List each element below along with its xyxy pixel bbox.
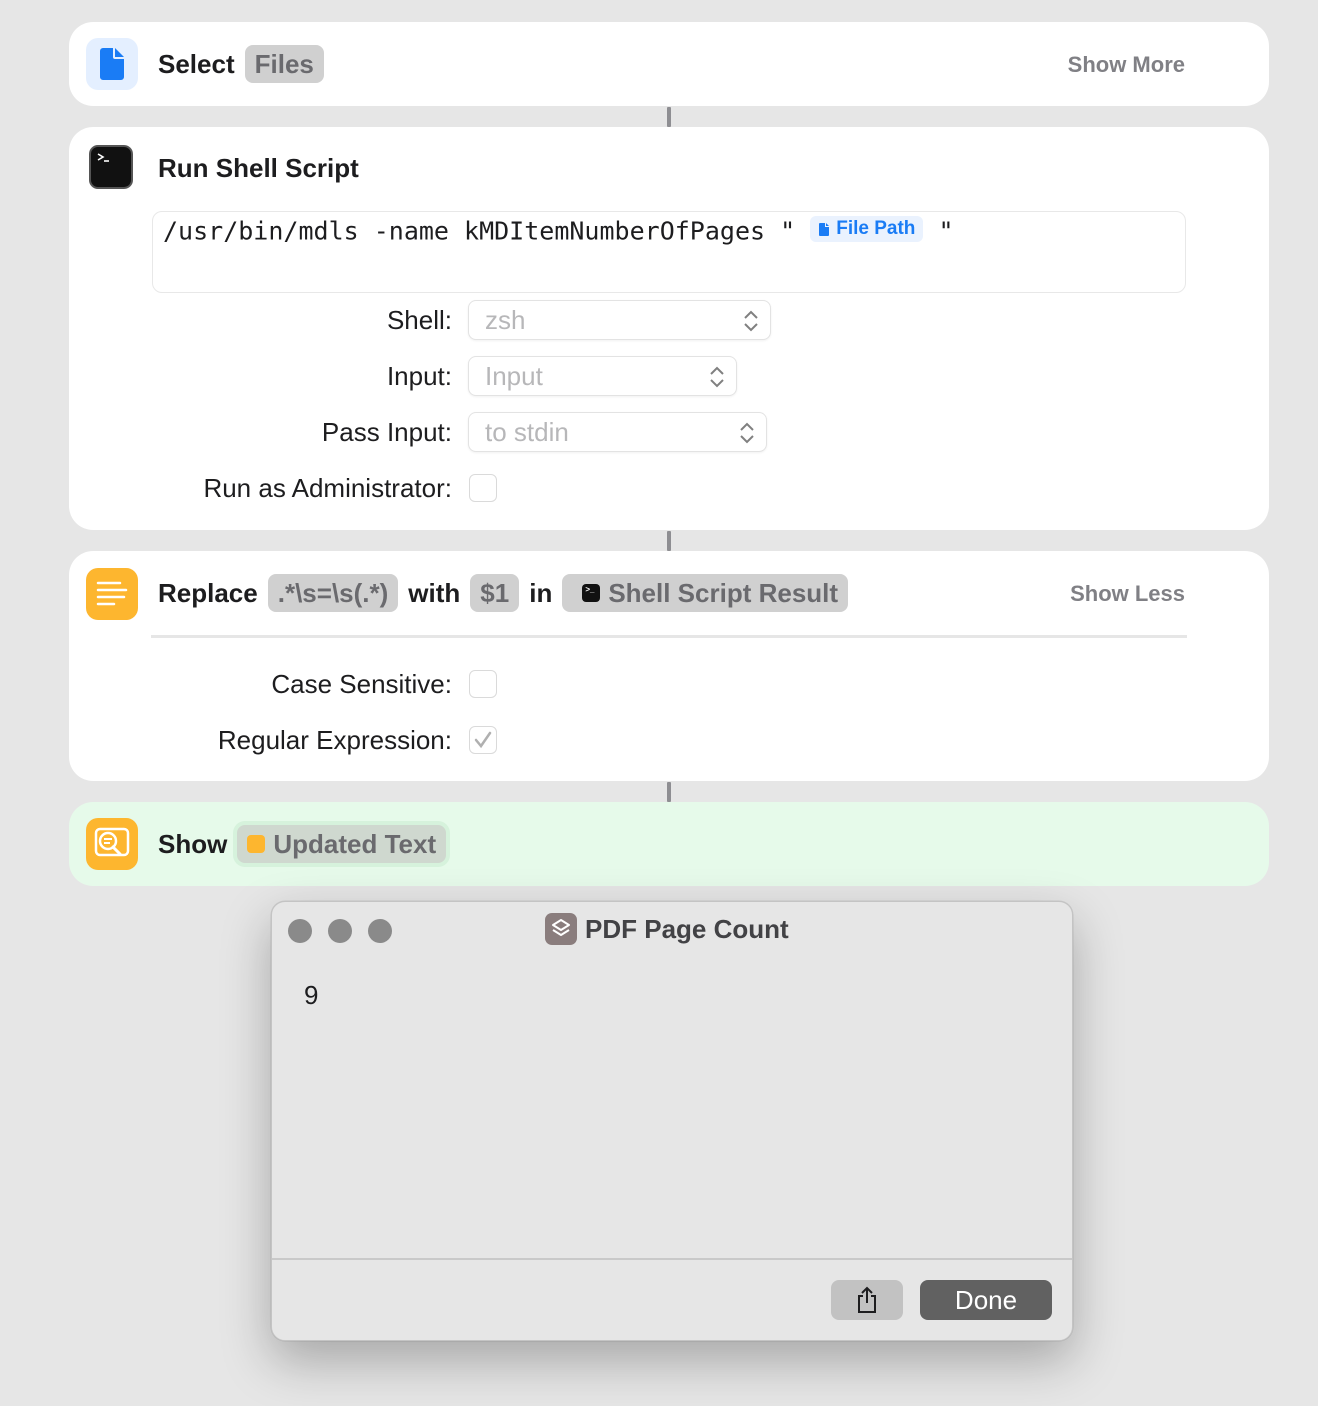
document-icon (86, 38, 138, 90)
select-files-header: Select Files (158, 44, 324, 84)
admin-checkbox[interactable] (469, 474, 497, 502)
replace-text-action[interactable]: Replace .*\s=\s(.*) with $1 in >_ Shell … (69, 551, 1269, 781)
updated-text-token[interactable]: Updated Text (237, 825, 447, 863)
document-icon (819, 222, 830, 236)
shell-result-label: Shell Script Result (608, 577, 839, 608)
divider (272, 1258, 1072, 1260)
with-word: with (408, 577, 461, 608)
script-close-quote: " (938, 216, 954, 246)
input-label: Input: (386, 361, 452, 391)
connector-line (667, 531, 671, 551)
input-value: Input (485, 360, 543, 391)
shell-select[interactable]: zsh (468, 300, 771, 340)
updated-text-label: Updated Text (273, 828, 437, 859)
file-path-label: File Path (836, 218, 916, 239)
terminal-icon: >_ (582, 584, 601, 602)
share-button[interactable] (831, 1280, 903, 1320)
result-text: 9 (304, 980, 319, 1010)
files-token[interactable]: Files (244, 45, 324, 83)
replace-header: Replace .*\s=\s(.*) with $1 in >_ Shell … (158, 573, 849, 613)
share-icon (858, 1286, 876, 1313)
regex-label: Regular Expression: (217, 725, 452, 755)
shortcuts-icon (545, 913, 577, 945)
show-less-button[interactable]: Show Less (1070, 581, 1185, 607)
pattern-token[interactable]: .*\s=\s(.*) (267, 574, 399, 612)
shell-value: zsh (485, 304, 526, 335)
chevron-updown-icon (710, 366, 724, 388)
done-button[interactable]: Done (920, 1280, 1052, 1320)
show-header: Show Updated Text (158, 824, 447, 864)
connector-line (667, 107, 671, 127)
show-more-button[interactable]: Show More (1068, 52, 1185, 78)
chevron-updown-icon (744, 310, 758, 332)
action-verb: Show (158, 828, 228, 859)
pass-input-label: Pass Input: (321, 417, 452, 447)
shell-header: Run Shell Script (158, 148, 359, 188)
pass-input-value: to stdin (485, 416, 569, 447)
select-files-action[interactable]: Select Files Show More (69, 22, 1269, 106)
text-icon (86, 568, 138, 620)
show-result-action[interactable]: Show Updated Text (69, 802, 1269, 886)
connector-line (667, 782, 671, 802)
text-icon (247, 835, 266, 853)
script-text: /usr/bin/mdls -name kMDItemNumberOfPages… (163, 216, 796, 246)
action-verb: Replace (158, 577, 258, 608)
dialog-title: PDF Page Count (545, 912, 789, 946)
case-sensitive-label: Case Sensitive: (271, 669, 452, 699)
file-path-token[interactable]: File Path (810, 216, 924, 242)
script-editor[interactable]: /usr/bin/mdls -name kMDItemNumberOfPages… (152, 211, 1186, 293)
action-verb: Select (158, 48, 235, 79)
quick-look-icon (86, 818, 138, 870)
zoom-window-button[interactable] (368, 919, 392, 943)
replacement-token[interactable]: $1 (470, 574, 520, 612)
divider (151, 635, 1187, 638)
run-shell-script-action[interactable]: Run Shell Script /usr/bin/mdls -name kMD… (69, 127, 1269, 530)
dialog-title-text: PDF Page Count (585, 913, 789, 944)
admin-label: Run as Administrator: (203, 473, 452, 503)
case-sensitive-checkbox[interactable] (469, 670, 497, 698)
checkmark-icon (474, 731, 492, 749)
result-dialog: PDF Page Count 9 Done (271, 901, 1073, 1341)
action-title: Run Shell Script (158, 152, 359, 183)
terminal-icon (89, 145, 133, 189)
in-word: in (529, 577, 553, 608)
shell-result-token[interactable]: >_ Shell Script Result (562, 574, 849, 612)
shell-label: Shell: (386, 305, 452, 335)
regex-checkbox[interactable] (469, 726, 497, 754)
minimize-window-button[interactable] (328, 919, 352, 943)
pass-input-select[interactable]: to stdin (468, 412, 767, 452)
chevron-updown-icon (740, 422, 754, 444)
close-window-button[interactable] (288, 919, 312, 943)
input-select[interactable]: Input (468, 356, 737, 396)
